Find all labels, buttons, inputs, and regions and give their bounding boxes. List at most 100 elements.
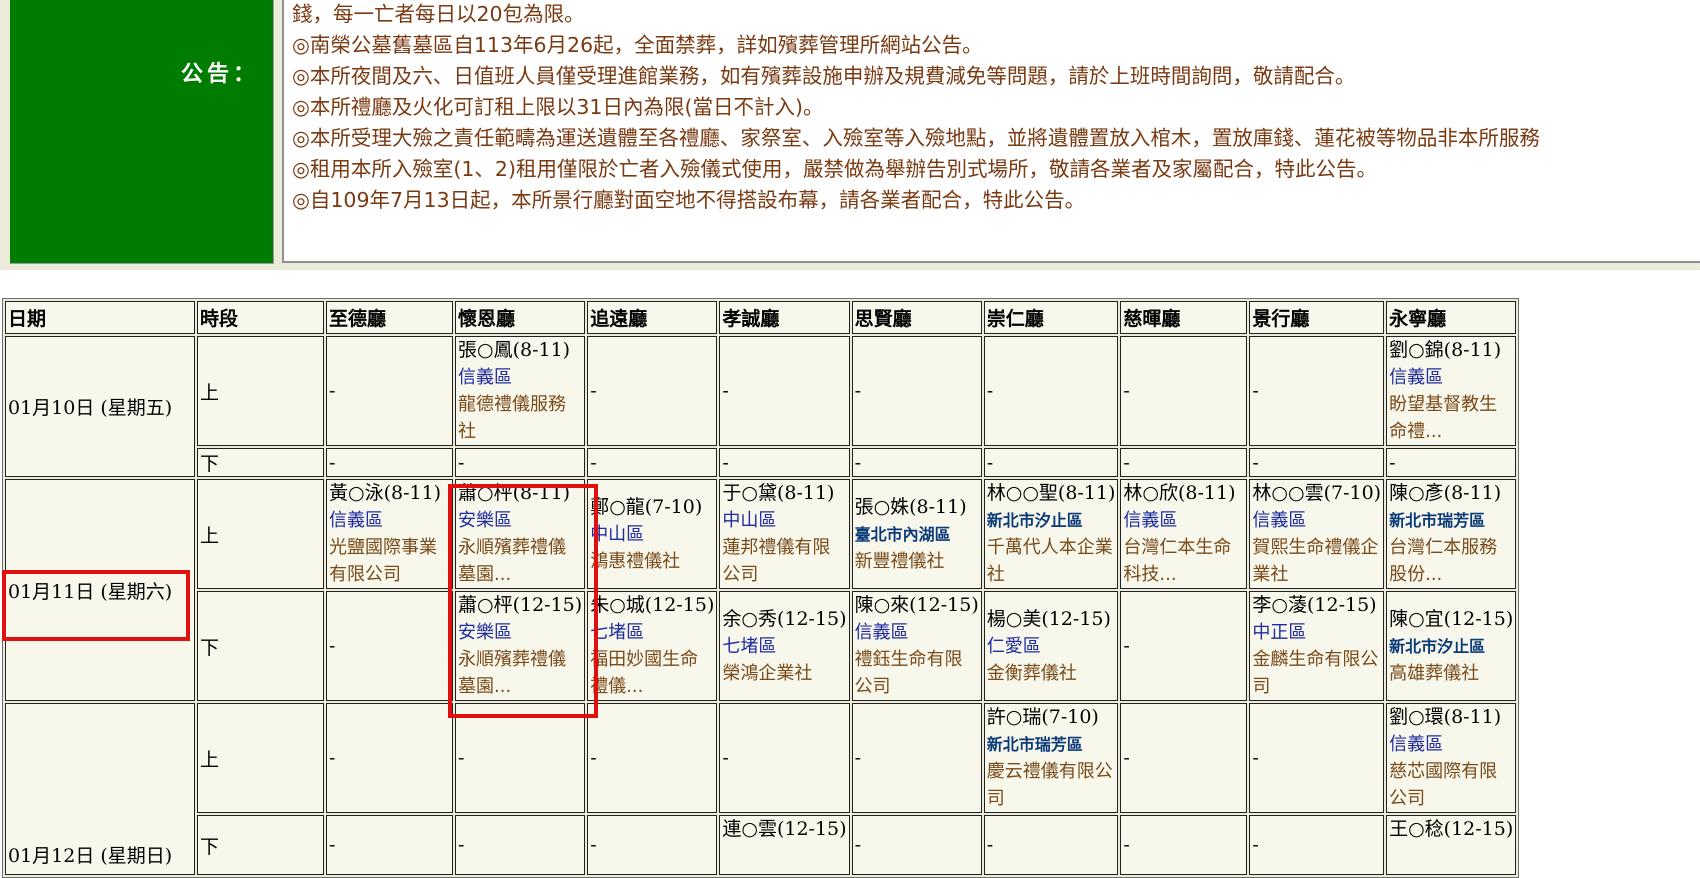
booking-cell: - (455, 703, 586, 813)
booking-cell[interactable]: 黃○泳(8-11) 信義區 光鹽國際事業有限公司 (326, 479, 453, 589)
district-link[interactable]: 中正區 (1252, 619, 1381, 646)
funeral-agency: 永順殯葬禮儀墓園... (458, 649, 566, 697)
booking-entry: 林○○聖(8-11) 新北市汐止區 千萬代人本企業社 (987, 480, 1116, 588)
district-link[interactable]: 七堵區 (590, 619, 714, 646)
deceased-name: 林○○雲(7-10) (1252, 482, 1382, 504)
funeral-agency: 賀熙生命禮儀企業社 (1252, 537, 1379, 585)
deceased-name: 余○秀(12-15) (722, 607, 847, 630)
booking-cell: - (1249, 448, 1385, 477)
booking-cell[interactable]: 連○雲(12-15) (719, 815, 850, 875)
notice-content[interactable]: 錢，每一亡者每日以20包為限。 ◎南榮公墓舊墓區自113年6月26起，全面禁葬，… (282, 0, 1700, 263)
funeral-agency: 台灣仁本生命科技... (1123, 537, 1232, 585)
booking-cell: - (719, 448, 850, 477)
period-cell: 上 (197, 703, 324, 813)
booking-cell: - (587, 448, 718, 477)
booking-entry: 陳○來(12-15) 信義區 禮鈺生命有限公司 (855, 592, 979, 700)
deceased-name: 張○鳳(8-11) (458, 339, 571, 361)
period-cell: 下 (197, 815, 324, 875)
booking-entry: 林○○雲(7-10) 信義區賀熙生命禮儀企業社 (1252, 480, 1381, 588)
funeral-agency: 盼望基督教生命禮... (1389, 394, 1498, 442)
notice-panel: 公告： 錢，每一亡者每日以20包為限。 ◎南榮公墓舊墓區自113年6月26起，全… (0, 0, 1700, 270)
booking-cell[interactable]: 蕭○枰(12-15) 安樂區 永順殯葬禮儀墓園... (455, 591, 586, 701)
date-cell: 01月11日 (星期六) (5, 479, 195, 701)
booking-cell[interactable]: 于○黛(8-11) 中山區 蓮邦禮儀有限公司 (719, 479, 850, 589)
district-link[interactable]: 安樂區 (458, 507, 582, 534)
district-link[interactable]: 信義區 (1389, 731, 1513, 758)
booking-cell: - (1120, 336, 1248, 446)
district-link[interactable]: 新北市汐止區 (987, 507, 1116, 534)
booking-entry: 張○姝(8-11) 臺北市內湖區 新豐禮儀社 (855, 494, 979, 575)
booking-entry: 劉○環(8-11) 信義區 慈芯國際有限公司 (1389, 704, 1513, 812)
booking-cell[interactable]: 陳○來(12-15) 信義區 禮鈺生命有限公司 (851, 591, 982, 701)
booking-cell[interactable]: 劉○環(8-11) 信義區 慈芯國際有限公司 (1386, 703, 1517, 813)
funeral-agency: 台灣仁本服務股份... (1389, 537, 1498, 585)
district-link[interactable]: 信義區 (1123, 507, 1244, 534)
schedule-row: 01月12日 (星期日) 上 - - - - - 許○瑞(7-10) 新北市瑞芳區 慶云禮儀有限公… (5, 703, 1517, 875)
notice-line: ◎本所禮廳及火化可訂租上限以31日內為限(當日不計入)。 (292, 95, 824, 119)
district-link[interactable]: 中山區 (590, 521, 714, 548)
deceased-name: 鄭○龍(7-10) (590, 495, 703, 518)
deceased-name: 許○瑞(7-10) (986, 706, 1099, 728)
booking-cell[interactable]: 朱○城(12-15) 七堵區 福田妙國生命禮儀... (587, 591, 718, 701)
booking-cell[interactable]: 林○○聖(8-11) 新北市汐止區 千萬代人本企業社 (983, 479, 1119, 589)
booking-cell[interactable]: 余○秀(12-15) 七堵區 榮鴻企業社 (719, 591, 850, 701)
booking-cell: - (851, 448, 982, 477)
header-hall: 孝誠廳 (719, 301, 850, 334)
deceased-name: 連○雲(12-15) (722, 818, 847, 840)
booking-cell[interactable]: 林○○雲(7-10) 信義區賀熙生命禮儀企業社 (1249, 479, 1385, 589)
district-link[interactable]: 新北市瑞芳區 (1389, 507, 1513, 534)
booking-cell[interactable]: 陳○彥(8-11) 新北市瑞芳區 台灣仁本服務股份... (1386, 479, 1517, 589)
booking-cell: - (1120, 703, 1248, 813)
header-hall: 慈暉廳 (1120, 301, 1248, 334)
header-period: 時段 (197, 301, 324, 334)
booking-cell: - (719, 336, 850, 446)
district-link[interactable]: 七堵區 (722, 633, 846, 660)
booking-cell: - (1249, 815, 1385, 875)
booking-cell[interactable]: 李○蓤(12-15) 中正區 金麟生命有限公司 (1249, 591, 1385, 701)
booking-cell: - (455, 448, 586, 477)
district-link[interactable]: 新北市汐止區 (1389, 633, 1513, 660)
booking-entry: 陳○宜(12-15) 新北市汐止區 高雄葬儀社 (1389, 606, 1513, 687)
schedule-table: 日期 時段 至德廳 懷恩廳 追遠廳 孝誠廳 思賢廳 崇仁廳 慈暉廳 景行廳 永寧… (2, 298, 1520, 878)
schedule-row: 下--------- (5, 448, 1517, 477)
district-link[interactable]: 信義區 (329, 507, 450, 534)
booking-entry: 陳○彥(8-11) 新北市瑞芳區 台灣仁本服務股份... (1389, 480, 1513, 588)
booking-cell[interactable]: 蕭○枰(8-11) 安樂區 永順殯葬禮儀墓園... (455, 479, 586, 589)
district-link[interactable]: 信義區 (1252, 507, 1381, 534)
booking-cell[interactable]: 陳○宜(12-15) 新北市汐止區 高雄葬儀社 (1386, 591, 1517, 701)
notice-line: ◎自109年7月13日起，本所景行廳對面空地不得搭設布幕，請各業者配合，特此公告… (292, 188, 1086, 212)
district-link[interactable]: 信義區 (1389, 364, 1513, 391)
district-link[interactable]: 安樂區 (458, 619, 582, 646)
schedule-row: 下 - - - 連○雲(12-15) - - - - 王○稔(12-15) (5, 815, 1517, 875)
notice-line: ◎本所受理大殮之責任範疇為運送遺體至各禮廳、家祭室、入殮室等入殮地點，並將遺體置… (292, 126, 1540, 150)
booking-cell: - (851, 336, 982, 446)
district-link[interactable]: 臺北市內湖區 (855, 521, 979, 548)
header-hall: 永寧廳 (1386, 301, 1517, 334)
deceased-name: 張○姝(8-11) (854, 495, 967, 518)
booking-cell: - (1249, 336, 1385, 446)
header-hall: 思賢廳 (851, 301, 982, 334)
booking-entry: 鄭○龍(7-10) 中山區 鴻惠禮儀社 (590, 494, 714, 575)
booking-entry: 王○稔(12-15) (1389, 816, 1513, 843)
header-hall: 崇仁廳 (983, 301, 1119, 334)
period-cell: 上 (197, 479, 324, 589)
booking-cell: - (455, 815, 586, 875)
notice-label-box: 公告： (10, 0, 274, 264)
booking-cell[interactable]: 張○姝(8-11) 臺北市內湖區 新豐禮儀社 (851, 479, 982, 589)
district-link[interactable]: 信義區 (855, 619, 979, 646)
booking-cell: - (1120, 815, 1248, 875)
district-link[interactable]: 信義區 (458, 364, 582, 391)
booking-cell[interactable]: 林○欣(8-11) 信義區 台灣仁本生命科技... (1120, 479, 1248, 589)
funeral-agency: 高雄葬儀社 (1389, 662, 1480, 684)
booking-cell[interactable]: 張○鳳(8-11) 信義區 龍德禮儀服務社 (455, 336, 586, 446)
district-link[interactable]: 新北市瑞芳區 (987, 731, 1116, 758)
booking-entry: 許○瑞(7-10) 新北市瑞芳區 慶云禮儀有限公司 (987, 704, 1116, 812)
booking-cell[interactable]: 楊○美(12-15) 仁愛區 金衡葬儀社 (983, 591, 1119, 701)
district-link[interactable]: 中山區 (722, 507, 846, 534)
booking-cell[interactable]: 王○稔(12-15) (1386, 815, 1517, 875)
district-link[interactable]: 仁愛區 (987, 633, 1116, 660)
deceased-name: 陳○宜(12-15) (1389, 607, 1514, 630)
booking-cell[interactable]: 劉○錦(8-11) 信義區 盼望基督教生命禮... (1386, 336, 1517, 446)
booking-cell[interactable]: 許○瑞(7-10) 新北市瑞芳區 慶云禮儀有限公司 (983, 703, 1119, 813)
booking-cell[interactable]: 鄭○龍(7-10) 中山區 鴻惠禮儀社 (587, 479, 718, 589)
